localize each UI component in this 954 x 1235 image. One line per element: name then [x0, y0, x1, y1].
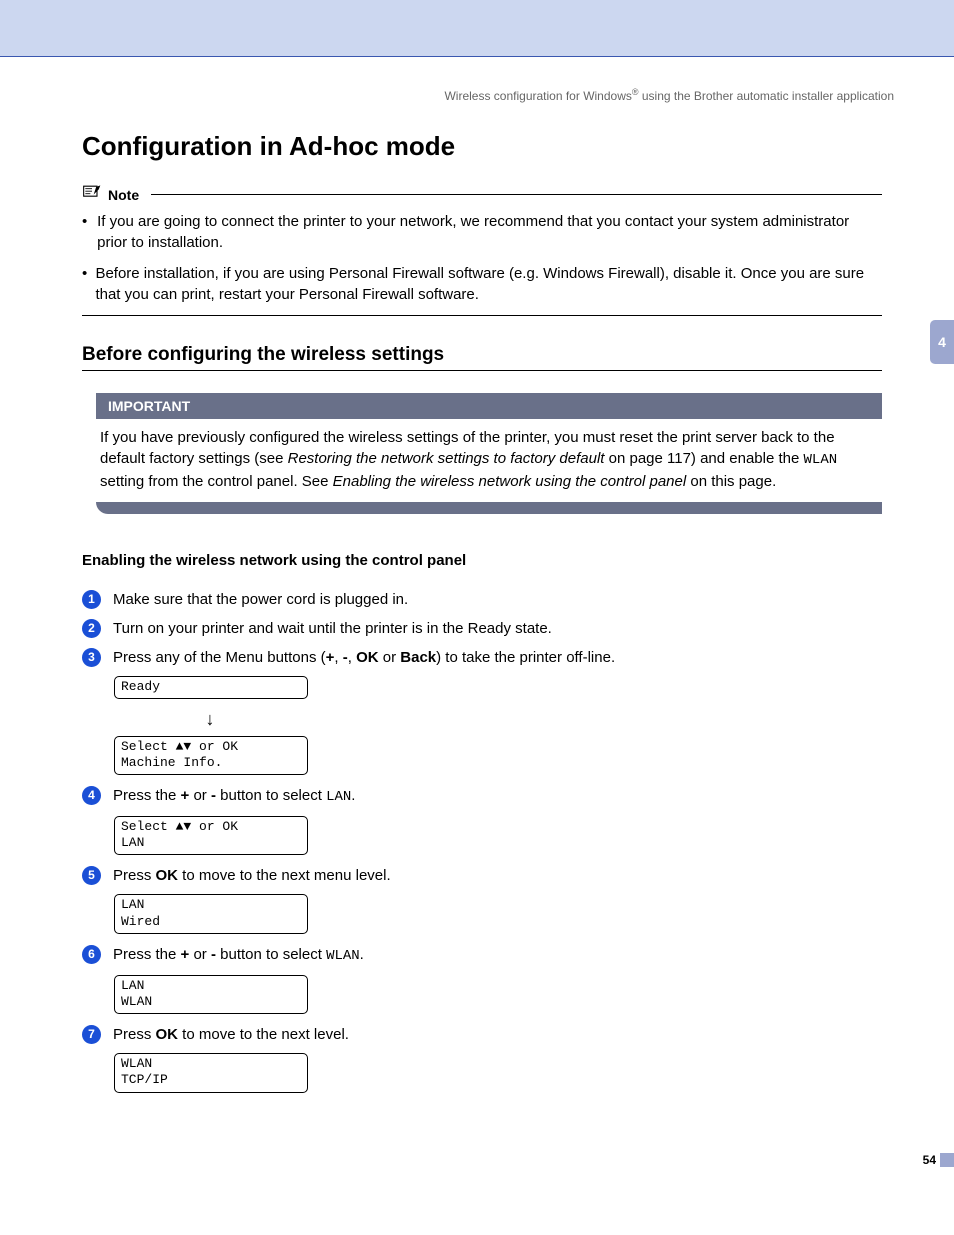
- important-label: IMPORTANT: [96, 393, 882, 419]
- step: 7 Press OK to move to the next level.: [82, 1024, 882, 1045]
- lcd-display: LAN Wired: [114, 894, 308, 934]
- page-footer: 54: [0, 1153, 954, 1167]
- note-item-text: If you are going to connect the printer …: [97, 211, 882, 253]
- xref: Enabling the wireless network using the …: [333, 473, 687, 490]
- bullet-icon: •: [82, 211, 89, 253]
- step-number-icon: 2: [82, 619, 101, 638]
- step-number-icon: 4: [82, 786, 101, 805]
- section-title: Before configuring the wireless settings: [82, 344, 882, 366]
- step-text: Press OK to move to the next menu level.: [113, 865, 391, 886]
- setting-mono: WLAN: [804, 452, 838, 468]
- arrow-down-icon: ↓: [114, 709, 306, 730]
- lcd-display: WLAN TCP/IP: [114, 1053, 308, 1093]
- subsection-title: Enabling the wireless network using the …: [82, 552, 882, 569]
- chapter-tab: 4: [930, 320, 954, 364]
- important-body: If you have previously configured the wi…: [96, 419, 882, 502]
- note-item: • If you are going to connect the printe…: [82, 211, 882, 253]
- header-text-post: using the Brother automatic installer ap…: [639, 89, 894, 103]
- lcd-display: Ready: [114, 676, 308, 699]
- step-text: Press the + or - button to select LAN.: [113, 785, 355, 808]
- step-text: Press OK to move to the next level.: [113, 1024, 349, 1045]
- top-bar: [0, 0, 954, 57]
- xref: Restoring the network settings to factor…: [288, 450, 605, 467]
- step: 1 Make sure that the power cord is plugg…: [82, 589, 882, 610]
- step-text: Turn on your printer and wait until the …: [113, 618, 552, 639]
- step-text: Press the + or - button to select WLAN.: [113, 944, 364, 967]
- step: 6 Press the + or - button to select WLAN…: [82, 944, 882, 967]
- note-end-rule: [82, 315, 882, 316]
- step: 5 Press OK to move to the next menu leve…: [82, 865, 882, 886]
- step-number-icon: 5: [82, 866, 101, 885]
- note-rule: [151, 194, 882, 195]
- step-number-icon: 7: [82, 1025, 101, 1044]
- section-rule: [82, 370, 882, 371]
- bullet-icon: •: [82, 263, 87, 305]
- footer-tab: [940, 1153, 954, 1167]
- header-text-pre: Wireless configuration for Windows: [444, 89, 631, 103]
- note-list: • If you are going to connect the printe…: [82, 211, 882, 305]
- running-header: Wireless configuration for Windows® usin…: [0, 87, 894, 103]
- lcd-display: Select ▲▼ or OK Machine Info.: [114, 736, 308, 776]
- note-item-text: Before installation, if you are using Pe…: [95, 263, 882, 305]
- registered-mark: ®: [632, 87, 639, 97]
- note-item: • Before installation, if you are using …: [82, 263, 882, 305]
- note-heading: Note: [82, 184, 882, 205]
- step: 3 Press any of the Menu buttons (+, -, O…: [82, 647, 882, 668]
- lcd-display: Select ▲▼ or OK LAN: [114, 816, 308, 856]
- page-number: 54: [923, 1153, 936, 1167]
- step-number-icon: 3: [82, 648, 101, 667]
- lcd-display: LAN WLAN: [114, 975, 308, 1015]
- step: 2 Turn on your printer and wait until th…: [82, 618, 882, 639]
- note-label: Note: [108, 187, 139, 203]
- step: 4 Press the + or - button to select LAN.: [82, 785, 882, 808]
- step-text: Make sure that the power cord is plugged…: [113, 589, 408, 610]
- page-title: Configuration in Ad-hoc mode: [82, 131, 882, 162]
- important-box: IMPORTANT If you have previously configu…: [96, 393, 882, 514]
- step-number-icon: 6: [82, 945, 101, 964]
- note-icon: [82, 184, 102, 205]
- step-text: Press any of the Menu buttons (+, -, OK …: [113, 647, 615, 668]
- important-footer-bar: [96, 502, 882, 514]
- step-number-icon: 1: [82, 590, 101, 609]
